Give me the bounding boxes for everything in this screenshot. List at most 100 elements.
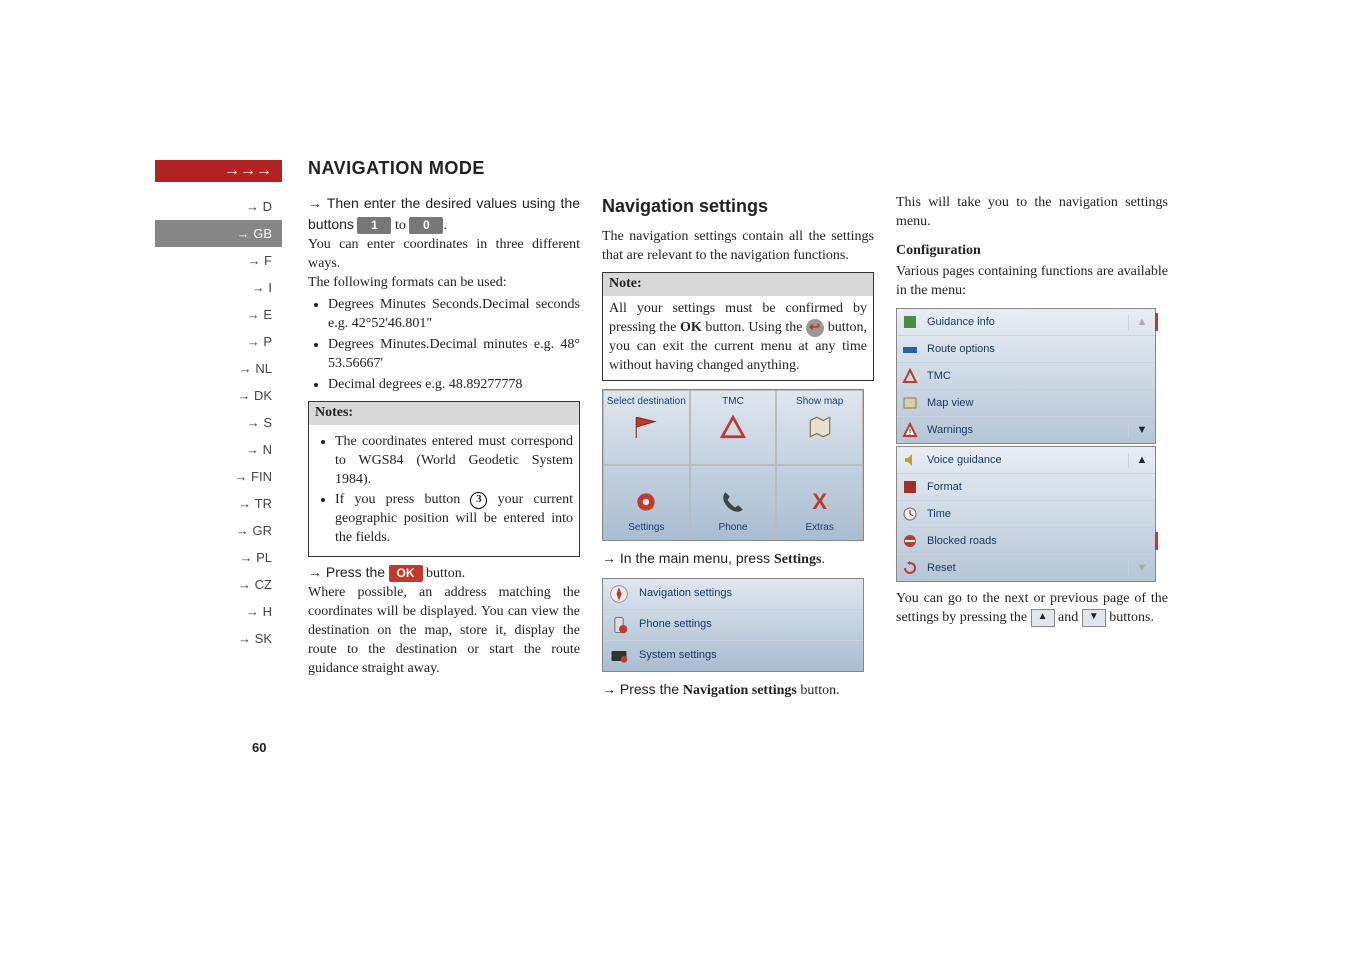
cfg-label-blocked: Blocked roads — [923, 534, 1128, 549]
sidebar-item-cz[interactable]: → CZ — [155, 571, 282, 598]
nav-settings-heading: Navigation settings — [602, 194, 874, 218]
submenu-label-phone: Phone settings — [639, 617, 712, 632]
col1-p2: You can enter coordinates in three diffe… — [308, 236, 580, 274]
cfg-guidance-info[interactable]: Guidance info ▲ — [897, 309, 1155, 335]
col1-p4: Where possible, an address matching the … — [308, 584, 580, 678]
sidebar-item-e[interactable]: → E — [155, 301, 282, 328]
page-number: 60 — [252, 740, 266, 755]
sidebar-item-f[interactable]: → F — [155, 247, 282, 274]
mm-select-destination[interactable]: Select destination — [603, 390, 690, 465]
cfg-label-mapview: Map view — [923, 396, 1128, 411]
scroll-down-button-2[interactable]: ▼ — [1128, 561, 1155, 576]
map-view-icon — [897, 395, 923, 411]
scroll-up-button-2[interactable]: ▲ — [1128, 453, 1155, 468]
cfg-map-view[interactable]: Map view — [897, 389, 1155, 416]
sidebar-item-nl[interactable]: → NL — [155, 355, 282, 382]
cfg-warnings[interactable]: ! Warnings ▼ — [897, 416, 1155, 443]
cfg-label-voice: Voice guidance — [923, 453, 1128, 468]
submenu-phone-settings[interactable]: Phone settings — [603, 609, 863, 640]
map-icon — [805, 413, 835, 441]
submenu-nav-settings[interactable]: Navigation settings — [603, 579, 863, 609]
page-title: NAVIGATION MODE — [308, 158, 485, 179]
phone-settings-icon — [609, 615, 629, 635]
notes-title: Notes: — [309, 402, 579, 425]
cfg-voice-guidance[interactable]: Voice guidance ▲ — [897, 447, 1155, 473]
reset-icon — [897, 560, 923, 576]
mm-show-map[interactable]: Show map — [776, 390, 863, 465]
col3-p2: Various pages containing functions are a… — [896, 263, 1168, 301]
notes-bullet-2: If you press button 3 your current geogr… — [335, 491, 573, 548]
sidebar-item-fin[interactable]: → FIN — [155, 463, 282, 490]
sidebar-item-sk[interactable]: → SK — [155, 625, 282, 652]
sidebar-item-s[interactable]: → S — [155, 409, 282, 436]
compass-icon — [609, 584, 629, 604]
sidebar-item-n[interactable]: → N — [155, 436, 282, 463]
col1-press-ok: → Press the OK button. — [308, 563, 580, 584]
sidebar-item-i[interactable]: → I — [155, 274, 282, 301]
notes-bullet-1: The coordinates entered must correspond … — [335, 433, 573, 490]
svg-text:!: ! — [909, 427, 912, 437]
col1-bullet-3: Decimal degrees e.g. 48.89277778 — [328, 376, 580, 395]
extras-x-icon: X — [805, 488, 835, 516]
notes-box: Notes: The coordinates entered must corr… — [308, 401, 580, 557]
sidebar-item-gb[interactable]: → GB — [155, 220, 282, 247]
cfg-label-tmc: TMC — [923, 369, 1128, 384]
cfg-reset[interactable]: Reset ▼ — [897, 554, 1155, 581]
sidebar-item-dk[interactable]: → DK — [155, 382, 282, 409]
phone-icon — [718, 488, 748, 516]
digit-1-button[interactable]: 1 — [357, 217, 391, 234]
header-arrow-block: →→→ — [155, 160, 282, 182]
ok-button[interactable]: OK — [389, 565, 423, 582]
scroll-up-button[interactable]: ▲ — [1128, 315, 1155, 330]
mm-label-extras: Extras — [806, 521, 834, 535]
cfg-time[interactable]: Time — [897, 500, 1155, 527]
button-3-icon[interactable]: 3 — [470, 492, 487, 509]
column-2: Navigation settings The navigation setti… — [602, 194, 874, 701]
mm-extras[interactable]: X Extras — [776, 465, 863, 540]
voice-guidance-icon — [897, 452, 923, 468]
config-group-2: Voice guidance ▲ Format Time — [896, 446, 1156, 582]
col1-p1-suffix: . — [443, 218, 447, 233]
tmc-triangle-icon — [718, 413, 748, 441]
column-3: This will take you to the navigation set… — [896, 194, 1168, 701]
step1-prefix: → In the main menu, press — [602, 550, 774, 566]
sidebar-item-h[interactable]: → H — [155, 598, 282, 625]
language-sidebar: → D → GB → F → I → E → P → NL → DK → S →… — [155, 193, 282, 652]
mm-phone[interactable]: Phone — [690, 465, 777, 540]
main-menu-screenshot: Select destination TMC Show map — [602, 389, 864, 541]
col1-p3: The following formats can be used: — [308, 274, 580, 293]
cfg-blocked-roads[interactable]: Blocked roads — [897, 527, 1155, 554]
config-group-1: Guidance info ▲ Route options TMC — [896, 308, 1156, 444]
col2-p1: The navigation settings contain all the … — [602, 228, 874, 266]
sidebar-item-d[interactable]: → D — [155, 193, 282, 220]
page-down-button[interactable]: ▼ — [1082, 609, 1106, 627]
cfg-label-format: Format — [923, 480, 1128, 495]
cfg-label-guidance: Guidance info — [923, 315, 1128, 330]
col2-step2: → Press the Navigation settings button. — [602, 680, 874, 701]
sidebar-item-gr[interactable]: → GR — [155, 517, 282, 544]
scroll-down-button-1[interactable]: ▼ — [1128, 423, 1155, 438]
step2-prefix: → Press the — [602, 681, 683, 697]
press-suffix: button. — [426, 566, 465, 581]
cfg-label-time: Time — [923, 507, 1128, 522]
submenu-system-settings[interactable]: System settings — [603, 640, 863, 671]
blocked-roads-icon — [897, 533, 923, 549]
sidebar-item-p[interactable]: → P — [155, 328, 282, 355]
col3-p3-suffix: buttons. — [1109, 611, 1154, 626]
cfg-route-options[interactable]: Route options — [897, 335, 1155, 362]
note-ok-text: OK — [680, 320, 702, 335]
page-up-button[interactable]: ▲ — [1031, 609, 1055, 627]
cfg-format[interactable]: Format — [897, 473, 1155, 500]
submenu-label-nav: Navigation settings — [639, 586, 732, 601]
digit-0-button[interactable]: 0 — [409, 217, 443, 234]
back-icon[interactable] — [806, 319, 824, 337]
press-prefix: → Press the — [308, 564, 385, 580]
mm-tmc[interactable]: TMC — [690, 390, 777, 465]
col1-format-list: Degrees Minutes Seconds.Decimal seconds … — [308, 296, 580, 394]
step1-suffix: . — [821, 552, 825, 567]
cfg-tmc[interactable]: TMC — [897, 362, 1155, 389]
sidebar-item-tr[interactable]: → TR — [155, 490, 282, 517]
col1-to: to — [395, 218, 406, 233]
sidebar-item-pl[interactable]: → PL — [155, 544, 282, 571]
mm-settings[interactable]: Settings — [603, 465, 690, 540]
